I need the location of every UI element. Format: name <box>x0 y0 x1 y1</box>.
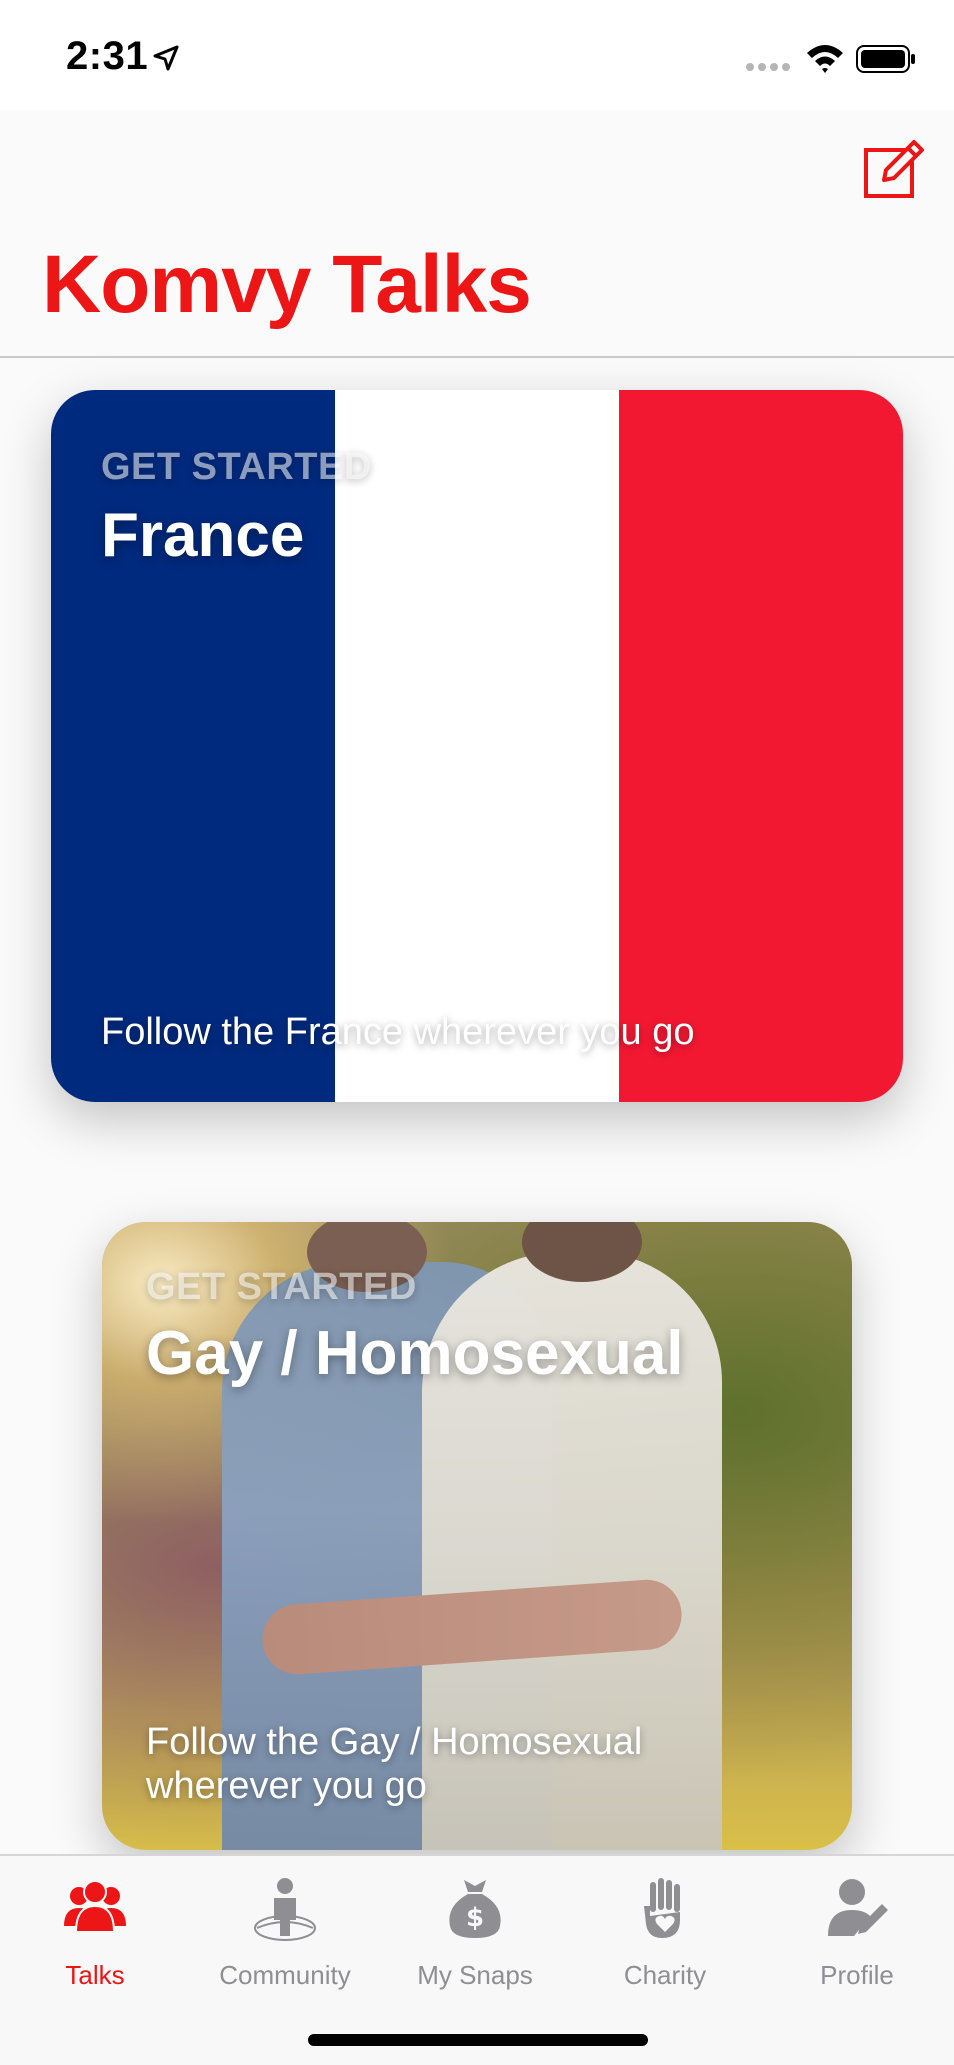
flag-stripe-red <box>619 390 903 1102</box>
heart-hand-icon <box>644 1878 680 1938</box>
card-title: France <box>101 501 305 570</box>
talks-feed[interactable]: GET STARTED France Follow the France whe… <box>0 358 954 1854</box>
tab-community[interactable]: Community <box>190 1870 380 1990</box>
flag-stripe-white <box>335 390 619 1102</box>
talk-card-france[interactable]: GET STARTED France Follow the France whe… <box>51 390 903 1102</box>
cellular-signal-icon <box>746 63 790 71</box>
card-caption: Follow the Gay / Homosexual wherever you… <box>146 1721 643 1807</box>
person-pencil-icon <box>828 1879 888 1936</box>
svg-text:$: $ <box>466 1903 484 1933</box>
tab-label: Talks <box>65 1960 125 1990</box>
status-bar: 2:31 <box>0 0 954 110</box>
talk-card-gay-homosexual[interactable]: GET STARTED Gay / Homosexual Follow the … <box>102 1222 852 1850</box>
money-bag-icon: $ <box>449 1880 501 1938</box>
navigation-header: Komvy Talks <box>0 110 954 358</box>
app-screen: 2:31 Komvy Talks GET STARTED France Foll… <box>0 0 954 2065</box>
tab-charity[interactable]: Charity <box>570 1870 760 1990</box>
battery-icon <box>856 45 915 73</box>
card-title: Gay / Homosexual <box>146 1319 684 1388</box>
status-time: 2:31 <box>66 34 149 78</box>
flag-stripe-blue <box>51 390 335 1102</box>
globe-person-icon <box>254 1878 316 1941</box>
location-arrow-icon <box>153 45 179 71</box>
home-indicator[interactable] <box>308 2034 648 2046</box>
tab-profile[interactable]: Profile <box>762 1870 952 1990</box>
tab-label: Profile <box>820 1960 894 1990</box>
tab-label: My Snaps <box>417 1960 533 1990</box>
card-caption: Follow the France wherever you go <box>101 1011 695 1053</box>
card-kicker: GET STARTED <box>146 1266 417 1308</box>
page-title: Komvy Talks <box>42 239 532 330</box>
tab-talks[interactable]: Talks <box>0 1870 190 1990</box>
card-kicker: GET STARTED <box>101 446 372 488</box>
wifi-icon <box>807 45 843 73</box>
tab-label: Charity <box>623 1960 707 1990</box>
compose-button[interactable] <box>856 134 926 204</box>
tab-label: Community <box>219 1960 351 1990</box>
group-icon <box>64 1880 126 1933</box>
tab-my-snaps[interactable]: $ My Snaps <box>380 1870 570 1990</box>
compose-icon <box>864 140 924 198</box>
